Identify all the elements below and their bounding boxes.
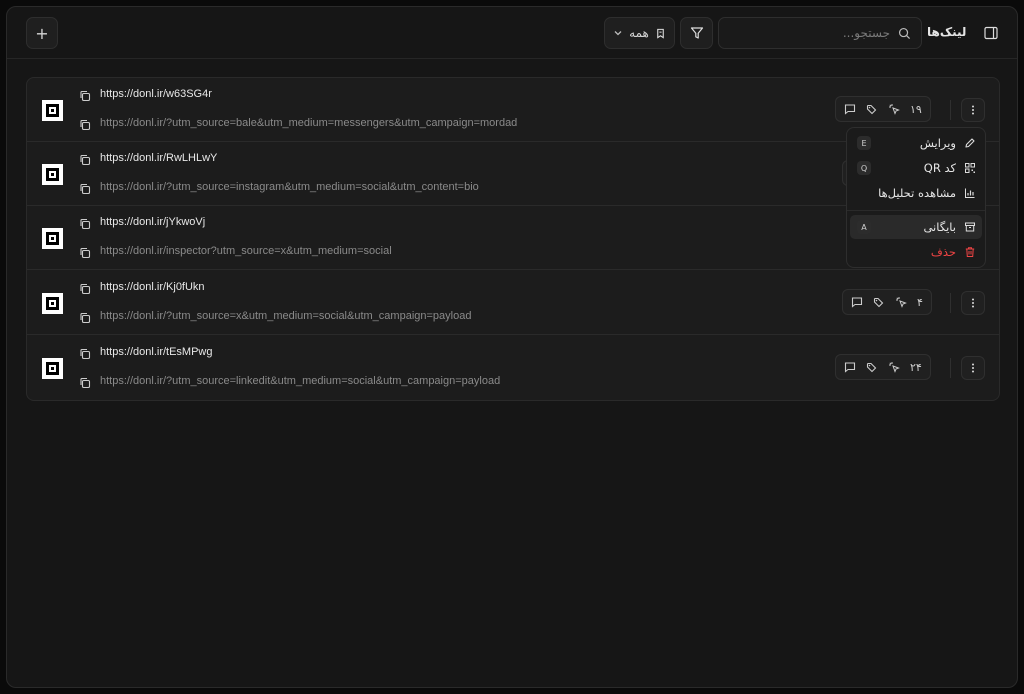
click-count: ۴ — [917, 295, 923, 309]
app-window: + همه لینک‌ها https://donl.ir/w63SG4r ht… — [6, 6, 1018, 688]
qr-code-icon[interactable] — [42, 164, 63, 185]
destination-url: https://donl.ir/?utm_source=instagram&ut… — [100, 181, 479, 193]
archive-icon — [965, 222, 975, 232]
destination-url: https://donl.ir/?utm_source=x&utm_medium… — [100, 310, 472, 322]
shortcut-badge: Q — [857, 161, 871, 175]
menu-item-archive[interactable]: A بایگانی — [850, 215, 982, 239]
search-input[interactable] — [740, 26, 890, 40]
short-url[interactable]: https://donl.ir/w63SG4r — [100, 88, 212, 100]
more-button[interactable] — [961, 98, 985, 122]
filter-all-dropdown[interactable]: همه — [604, 17, 675, 49]
filter-button[interactable] — [680, 17, 713, 49]
plus-icon: + — [35, 23, 49, 43]
comment-icon[interactable] — [851, 296, 863, 308]
destination-url: https://donl.ir/?utm_source=linkedit&utm… — [100, 375, 501, 387]
more-vertical-icon — [972, 363, 974, 373]
short-url[interactable]: https://donl.ir/jYkwoVj — [100, 216, 205, 228]
copy-icon[interactable] — [79, 119, 91, 131]
menu-item-edit[interactable]: E ویرایش — [850, 131, 982, 155]
divider — [950, 100, 951, 120]
bookmark-icon — [657, 28, 664, 39]
destination-url: https://donl.ir/inspector?utm_source=x&u… — [100, 245, 392, 257]
qr-icon — [965, 163, 975, 173]
menu-item-label: کد QR — [923, 161, 956, 175]
copy-icon[interactable] — [79, 218, 91, 230]
more-vertical-icon — [972, 298, 974, 308]
menu-item-label: حذف — [930, 245, 956, 259]
menu-divider — [847, 210, 985, 211]
tags-icon[interactable] — [873, 296, 885, 308]
copy-icon[interactable] — [79, 377, 91, 389]
click-count: ۱۹ — [910, 102, 922, 116]
qr-code-icon[interactable] — [42, 100, 63, 121]
comment-icon[interactable] — [844, 103, 856, 115]
link-stats[interactable]: ۱۹ — [835, 96, 931, 122]
copy-icon[interactable] — [79, 283, 91, 295]
copy-icon[interactable] — [79, 154, 91, 166]
clicks-icon — [889, 104, 900, 115]
search-box — [718, 17, 922, 49]
row-context-menu: E ویرایش Q کد QR مشاهده تحلیل‌ها A بایگا… — [846, 127, 986, 268]
qr-code-icon[interactable] — [42, 358, 63, 379]
short-url[interactable]: https://donl.ir/RwLHLwY — [100, 152, 217, 164]
more-button[interactable] — [961, 356, 985, 380]
short-url[interactable]: https://donl.ir/tEsMPwg — [100, 346, 213, 358]
divider — [950, 358, 951, 378]
copy-icon[interactable] — [79, 247, 91, 259]
menu-item-label: ویرایش — [919, 136, 956, 150]
tags-icon[interactable] — [866, 103, 878, 115]
shortcut-badge: A — [857, 220, 871, 234]
qr-code-icon[interactable] — [42, 228, 63, 249]
destination-url: https://donl.ir/?utm_source=bale&utm_med… — [100, 117, 518, 129]
shortcut-badge: E — [857, 136, 871, 150]
short-url[interactable]: https://donl.ir/Kj0fUkn — [100, 281, 205, 293]
filter-icon — [690, 27, 703, 39]
pencil-icon — [965, 138, 975, 148]
menu-item-analytics[interactable]: مشاهده تحلیل‌ها — [850, 181, 982, 205]
divider — [950, 293, 951, 313]
clicks-icon — [889, 362, 900, 373]
more-vertical-icon — [972, 105, 974, 115]
comment-icon[interactable] — [844, 361, 856, 373]
bar-chart-icon — [965, 188, 975, 198]
list-item[interactable]: https://donl.ir/tEsMPwg https://donl.ir/… — [27, 336, 999, 400]
copy-icon[interactable] — [79, 312, 91, 324]
link-stats[interactable]: ۲۴ — [835, 354, 931, 380]
menu-item-label: مشاهده تحلیل‌ها — [878, 186, 956, 200]
trash-icon — [965, 247, 975, 257]
menu-item-label: بایگانی — [923, 220, 956, 234]
clicks-icon — [896, 297, 907, 308]
menu-item-delete[interactable]: حذف — [850, 240, 982, 264]
add-link-button[interactable]: + — [26, 17, 58, 49]
chevron-down-icon — [614, 31, 622, 36]
copy-icon[interactable] — [79, 90, 91, 102]
search-icon — [898, 27, 911, 39]
filter-all-label: همه — [629, 26, 649, 40]
toolbar: + همه لینک‌ها — [7, 7, 1017, 59]
more-button[interactable] — [961, 291, 985, 315]
sidebar-toggle-icon[interactable] — [983, 25, 999, 41]
tags-icon[interactable] — [866, 361, 878, 373]
click-count: ۲۴ — [910, 360, 922, 374]
copy-icon[interactable] — [79, 348, 91, 360]
link-stats[interactable]: ۴ — [842, 289, 932, 315]
qr-code-icon[interactable] — [42, 293, 63, 314]
list-item[interactable]: https://donl.ir/Kj0fUkn https://donl.ir/… — [27, 271, 999, 335]
copy-icon[interactable] — [79, 183, 91, 195]
page-title: لینک‌ها — [927, 25, 967, 39]
menu-item-qr[interactable]: Q کد QR — [850, 156, 982, 180]
